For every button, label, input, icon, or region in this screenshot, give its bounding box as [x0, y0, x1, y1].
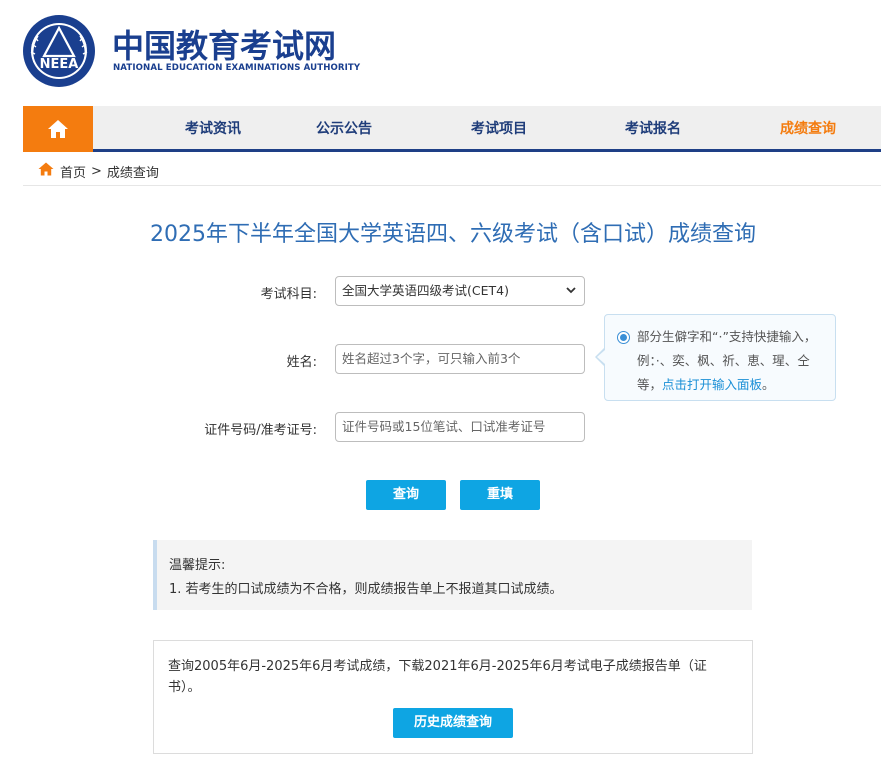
nav-item-score-query[interactable]: 成绩查询 — [748, 106, 868, 152]
page-title: 2025年下半年全国大学英语四、六级考试（含口试）成绩查询 — [150, 222, 756, 247]
subject-label: 考试科目: — [260, 287, 317, 302]
id-input[interactable]: 证件号码或15位笔试、口试准考证号 — [335, 412, 585, 442]
breadcrumb-home-icon — [38, 162, 54, 180]
nav-item-exam-programs[interactable]: 考试项目 — [439, 106, 559, 152]
notice-item: 1. 若考生的口试成绩为不合格，则成绩报告单上不报道其口试成绩。 — [169, 582, 563, 597]
nav-home-button[interactable] — [23, 106, 93, 152]
rare-char-tip: 部分生僻字和“·”支持快捷输入，例：·、奕、枫、祈、恵、瑆、仝等，点击打开输入面… — [604, 314, 836, 401]
breadcrumb-home-link[interactable]: 首页 — [60, 162, 86, 181]
nav-item-registration[interactable]: 考试报名 — [593, 106, 713, 152]
notice-box: 温馨提示: 1. 若考生的口试成绩为不合格，则成绩报告单上不报道其口试成绩。 — [153, 540, 752, 610]
neea-logo-emblem[interactable]: NEEA — [22, 14, 96, 88]
breadcrumb-divider — [23, 185, 881, 186]
name-input[interactable]: 姓名超过3个字，可只输入前3个 — [335, 344, 585, 374]
breadcrumb-separator: > — [91, 163, 102, 179]
site-header: NEEA 中国教育考试网 NATIONAL EDUCATION EXAMINAT… — [0, 0, 881, 106]
query-button[interactable]: 查询 — [366, 480, 446, 510]
breadcrumb: 首页 > 成绩查询 — [38, 162, 159, 181]
home-icon — [48, 120, 68, 138]
name-label: 姓名: — [286, 355, 317, 370]
main-nav: 考试资讯 公示公告 考试项目 考试报名 成绩查询 — [23, 106, 881, 152]
nav-item-exam-news[interactable]: 考试资讯 — [153, 106, 273, 152]
site-logo-title[interactable]: 中国教育考试网 — [112, 26, 336, 66]
notice-title: 温馨提示: — [169, 558, 226, 573]
breadcrumb-current: 成绩查询 — [106, 165, 159, 181]
tip-radio-icon — [617, 331, 630, 344]
id-label: 证件号码/准考证号: — [204, 423, 317, 438]
subject-select-value: 全国大学英语四级考试(CET4) — [342, 283, 509, 298]
tip-text-end: 。 — [762, 377, 775, 392]
history-query-button[interactable]: 历史成绩查询 — [393, 708, 513, 738]
open-input-panel-link[interactable]: 点击打开输入面板 — [662, 377, 762, 392]
emblem-lettering: NEEA — [40, 57, 79, 72]
tip-arrow-inner — [597, 350, 605, 364]
reset-button[interactable]: 重填 — [460, 480, 540, 510]
site-logo-subtitle: NATIONAL EDUCATION EXAMINATIONS AUTHORIT… — [113, 63, 361, 73]
chevron-down-icon — [565, 277, 577, 315]
nav-item-announcements[interactable]: 公示公告 — [284, 106, 404, 152]
subject-select[interactable]: 全国大学英语四级考试(CET4) — [335, 276, 585, 306]
history-text: 查询2005年6月-2025年6月考试成绩，下载2021年6月-2025年6月考… — [168, 659, 707, 695]
